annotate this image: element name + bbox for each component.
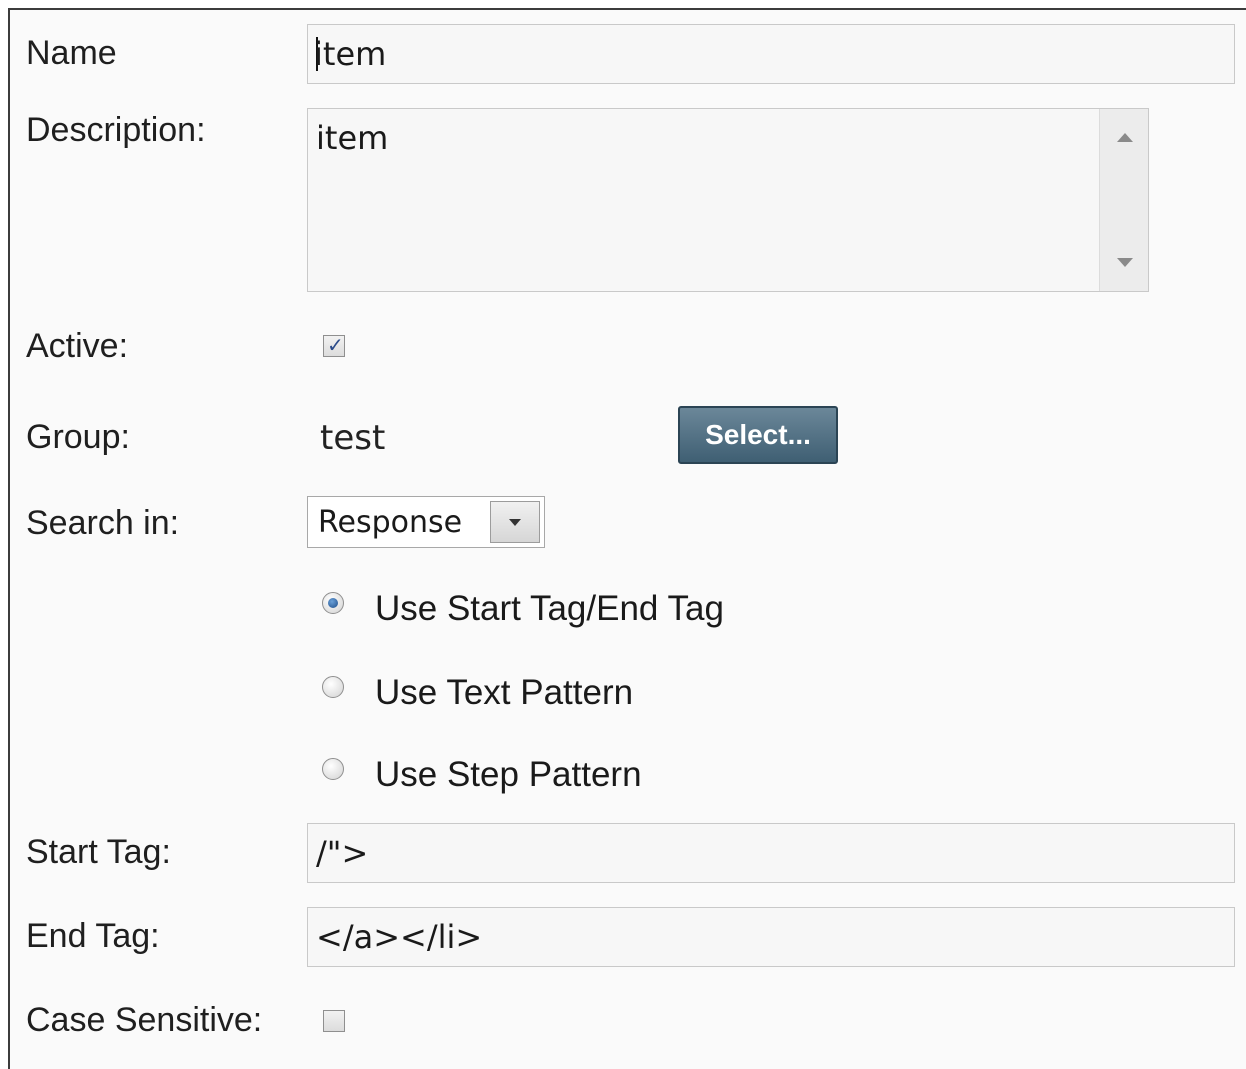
radio-label-text-pattern[interactable]: Use Text Pattern — [375, 673, 633, 713]
end-tag-field-value: </a></li> — [316, 918, 483, 956]
scroll-down-icon[interactable] — [1117, 258, 1133, 267]
group-value: test — [320, 418, 386, 458]
case-sensitive-checkbox[interactable] — [323, 1010, 345, 1032]
radio-label-step-pattern[interactable]: Use Step Pattern — [375, 755, 642, 795]
dropdown-button[interactable] — [490, 501, 540, 543]
radio-label-start-end-tag[interactable]: Use Start Tag/End Tag — [375, 589, 724, 629]
scroll-up-icon[interactable] — [1117, 133, 1133, 142]
group-label: Group: — [26, 418, 130, 456]
name-field-value: item — [314, 35, 387, 73]
chevron-down-icon — [509, 519, 521, 526]
search-in-label: Search in: — [26, 504, 180, 542]
active-checkbox[interactable]: ✓ — [323, 333, 345, 357]
select-group-button[interactable]: Select... — [678, 406, 838, 464]
active-label: Active: — [26, 327, 129, 365]
description-label: Description: — [26, 111, 206, 149]
description-textarea-value: item — [316, 119, 389, 157]
description-textarea[interactable]: item — [307, 108, 1149, 292]
name-label: Name — [26, 34, 117, 72]
search-in-select[interactable]: Response — [307, 496, 545, 548]
end-tag-field[interactable]: </a></li> — [307, 907, 1235, 967]
radio-start-end-tag[interactable] — [322, 592, 344, 614]
description-scrollbar[interactable] — [1099, 109, 1148, 291]
radio-step-pattern[interactable] — [322, 758, 344, 780]
start-tag-field-value: /"> — [316, 834, 369, 872]
checkmark-icon: ✓ — [327, 333, 344, 357]
name-field[interactable]: item — [307, 24, 1235, 84]
start-tag-field[interactable]: /"> — [307, 823, 1235, 883]
search-in-selected-value: Response — [318, 505, 463, 540]
end-tag-label: End Tag: — [26, 917, 160, 955]
radio-text-pattern[interactable] — [322, 676, 344, 698]
start-tag-label: Start Tag: — [26, 833, 171, 871]
case-sensitive-label: Case Sensitive: — [26, 1001, 263, 1039]
